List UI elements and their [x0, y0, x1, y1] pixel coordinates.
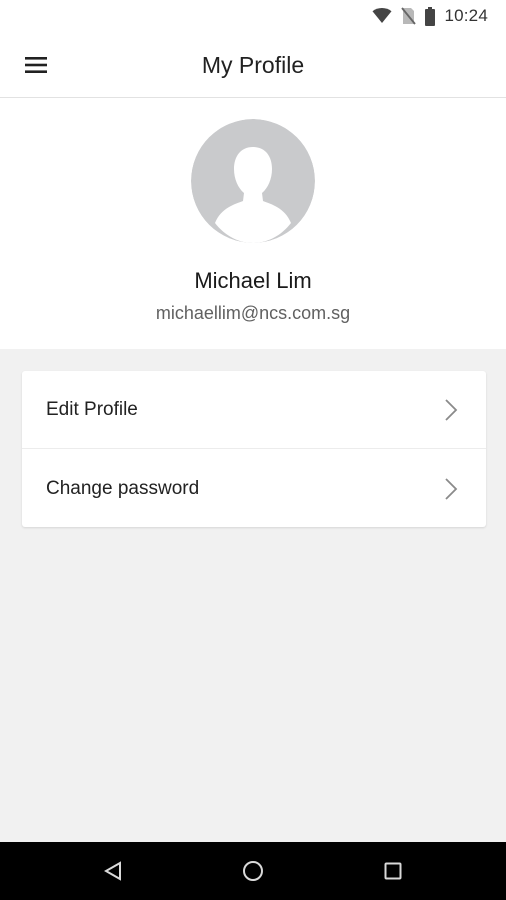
edit-profile-item[interactable]: Edit Profile [22, 371, 486, 449]
status-bar: 10:24 [0, 0, 506, 32]
avatar[interactable] [191, 119, 315, 243]
no-sim-icon [401, 7, 417, 25]
recents-icon [384, 862, 402, 880]
status-time: 10:24 [444, 6, 488, 25]
edit-profile-label: Edit Profile [46, 398, 138, 420]
recents-button[interactable] [373, 854, 413, 888]
default-avatar-icon [191, 119, 315, 243]
app-bar: My Profile [0, 32, 506, 98]
home-icon [243, 861, 263, 881]
user-name: Michael Lim [194, 268, 312, 293]
page-title: My Profile [201, 52, 305, 78]
status-icons: 10:24 [372, 5, 488, 27]
system-nav-bar [0, 842, 506, 900]
back-icon [104, 861, 121, 881]
change-password-item[interactable]: Change password [22, 450, 486, 528]
battery-icon [425, 6, 436, 26]
user-email: michaellim@ncs.com.sg [155, 303, 351, 323]
chevron-right-icon [445, 478, 458, 500]
hamburger-menu-icon [25, 57, 47, 73]
profile-options-card: Edit Profile Change password [22, 371, 486, 527]
menu-button[interactable] [14, 46, 58, 84]
back-button[interactable] [93, 854, 133, 888]
change-password-label: Change password [46, 478, 200, 499]
wifi-icon [372, 8, 392, 23]
home-button[interactable] [233, 854, 273, 888]
profile-header: Michael Lim michaellim@ncs.com.sg [0, 98, 506, 349]
chevron-right-icon [445, 399, 458, 421]
